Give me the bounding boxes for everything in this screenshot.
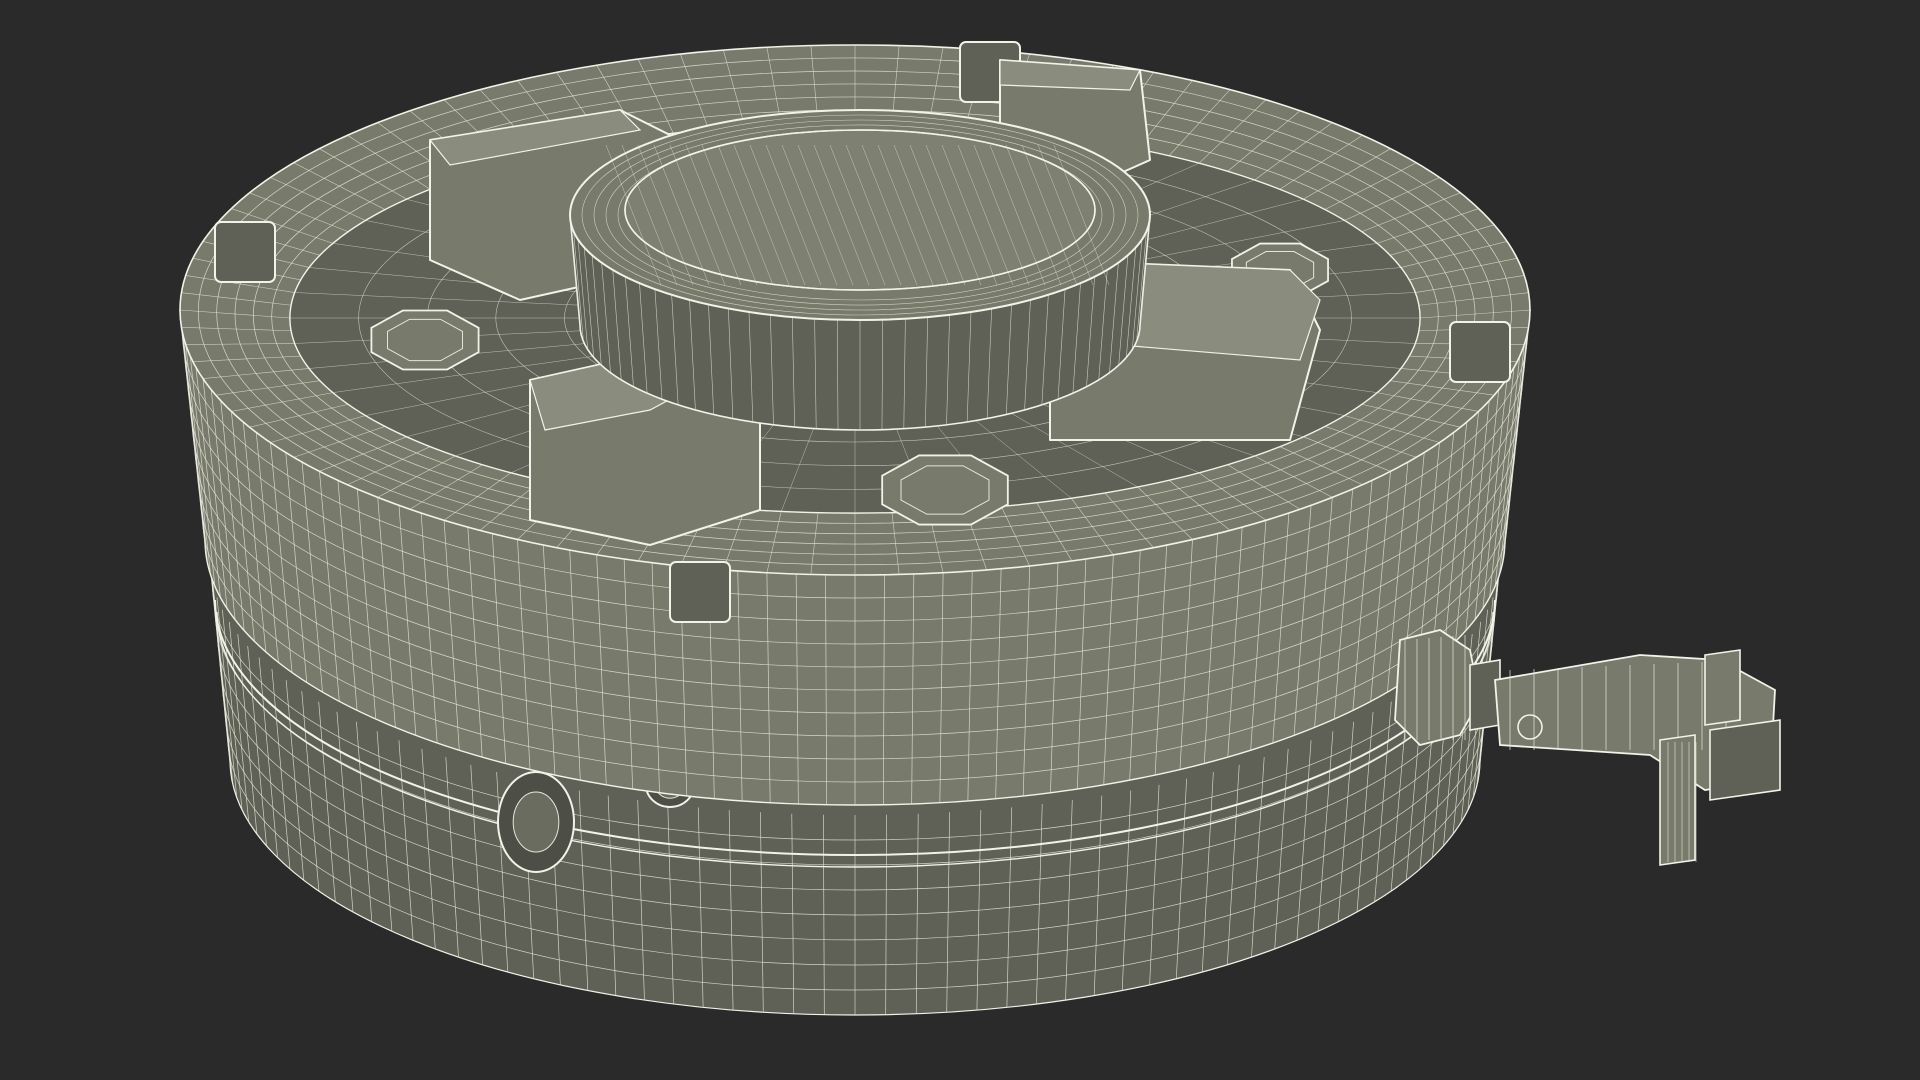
fuse-handle-top <box>1704 649 1741 726</box>
hole-inner-ring <box>512 791 560 853</box>
hub-arm-right-back-top <box>999 59 1141 91</box>
fuse-handle-box <box>1709 719 1781 801</box>
rim-notch <box>669 561 731 623</box>
render-viewport <box>0 0 1920 1080</box>
wireframe-model <box>179 41 1781 1016</box>
rim-notch <box>1449 321 1511 383</box>
rim-notch <box>214 221 276 283</box>
fuse-handle-bottom <box>1659 734 1696 866</box>
